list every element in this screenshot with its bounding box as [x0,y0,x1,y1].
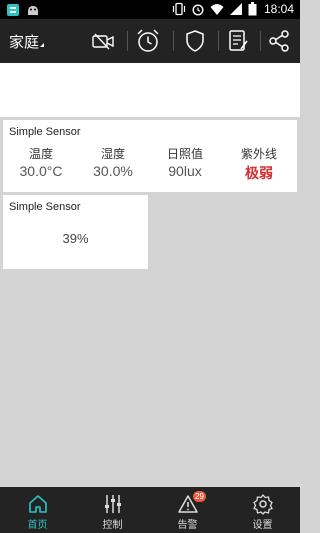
alarm-clock-icon[interactable] [134,27,162,55]
sensor-card[interactable]: Simple Sensor 温度 30.0°C 湿度 30.0% 日照值 90l… [3,120,297,192]
nav-label: 控制 [102,520,123,531]
dropdown-caret-icon [40,43,44,47]
bottom-nav: 首页 控制 29 告警 设置 [0,487,300,533]
shield-icon[interactable] [181,27,209,55]
metric-value: 30.0°C [19,163,63,179]
status-bar: 18:04 [0,0,300,19]
nav-control[interactable]: 控制 [75,487,150,533]
metric-label: 温度 [28,147,53,161]
vibrate-icon [172,2,186,16]
metric-value: 90lux [168,163,202,179]
home-icon [27,493,49,515]
alarm-icon [191,2,205,16]
toolbar: 家庭 [0,19,300,63]
nav-home[interactable]: 首页 [0,487,75,533]
nav-label: 首页 [27,520,48,531]
sensor-value: 39% [62,231,89,246]
log-icon[interactable] [224,27,252,55]
gear-icon [252,493,274,515]
metric-label: 湿度 [100,147,125,161]
wifi-icon [210,2,224,16]
app-icon [6,2,20,16]
nav-settings[interactable]: 设置 [225,487,300,533]
metric-value: 30.0% [93,163,133,179]
sliders-icon [102,493,124,515]
sensor-card[interactable]: Simple Sensor 39% [3,195,148,269]
metric-value: 极弱 [245,166,273,182]
alarm-count-badge: 29 [193,491,206,502]
metric-label: 紫外线 [240,147,277,161]
nav-alarm[interactable]: 29 告警 [150,487,225,533]
share-icon[interactable] [265,27,293,55]
battery-icon [248,2,257,16]
clock: 18:04 [263,2,294,16]
temperature-metric: 温度 30.0°C [5,145,77,179]
nav-label: 告警 [177,520,198,531]
nav-label: 设置 [252,520,273,531]
humidity-metric: 湿度 30.0% [77,145,149,179]
uv-metric: 紫外线 极弱 [223,145,295,183]
video-off-icon[interactable] [89,27,117,55]
signal-icon [229,2,243,16]
sensor-name: Simple Sensor [9,126,81,138]
android-icon [26,2,40,16]
header-banner-area [0,63,300,117]
metric-label: 日照值 [166,147,203,161]
sensor-name: Simple Sensor [9,201,81,213]
home-selector[interactable]: 家庭 [9,31,39,52]
illuminance-metric: 日照值 90lux [149,145,221,179]
